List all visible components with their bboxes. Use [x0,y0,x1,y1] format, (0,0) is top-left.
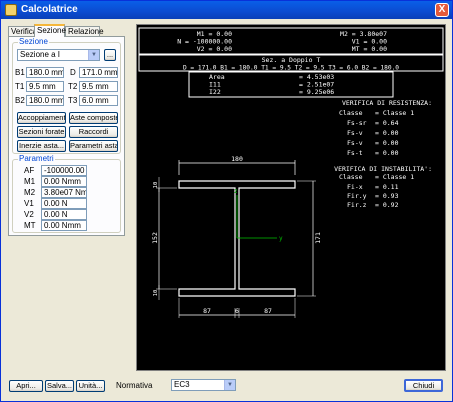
apri-button[interactable]: Apri... [9,380,43,392]
label-mt: MT [24,221,36,230]
parametri-group-title: Parametri [18,154,55,163]
res-row-0-value: = Classe 1 [375,109,414,117]
inst-row-2-name: Fir.y [347,192,367,200]
section-type-value: Sezione a I [20,50,61,59]
parametri-group: Parametri AF -100000.00 N M1 0.00 Nmm M2… [12,154,121,233]
label-af: AF [24,166,35,175]
unita-button[interactable]: Unità... [76,380,105,392]
label-b1: B1 [15,68,25,77]
label-m2: M2 [24,188,36,197]
dim-bottom-web: 6 [235,307,239,315]
res-row-0-name: Classe [339,109,363,117]
field-t2[interactable]: 9.5 mm [79,81,118,92]
label-t2: T2 [68,82,78,91]
chevron-down-icon[interactable]: ▼ [88,50,99,60]
res-row-4-value: = 0.00 [375,149,399,157]
field-d[interactable]: 171.0 mm [79,67,118,78]
axis-z-label: z [234,188,238,195]
label-b2: B2 [15,96,25,105]
force-mt: MT = 0.00 [352,45,387,53]
label-d: D [70,68,76,77]
res-row-1-name: Fs-sr [347,119,367,127]
sezione-group-title: Sezione [18,37,49,46]
field-b2[interactable]: 180.0 mm [26,95,64,106]
label-t1: T1 [15,82,25,91]
field-b1[interactable]: 180.0 mm [26,67,64,78]
inst-row-2-value: = 0.93 [375,192,399,200]
left-panel: Verifica Sezione Relazione Sezione Sezio… [8,24,125,238]
close-button[interactable]: X [435,3,449,17]
result-display: M1 = 0.00 N = -100000.00 V2 = 0.00 M2 = … [136,24,446,371]
dim-bottom-left: 87 [203,307,211,315]
res-row-1-value: = 0.64 [375,119,399,127]
calcolatrice-window: Calcolatrice X Verifica Sezione Relazion… [0,0,453,402]
tab-sezione[interactable]: Sezione [34,24,66,37]
field-af[interactable]: -100000.00 N [41,165,87,176]
label-v2: V2 [24,210,34,219]
salva-button[interactable]: Salva... [45,380,74,392]
axis-y-label: y [279,235,283,242]
normativa-label: Normativa [116,381,153,390]
res-row-4-name: Fs-t [347,149,363,157]
instabilita-title: VERIFICA DI INSTABILITA': [334,165,432,173]
res-row-2-name: Fs-v [347,129,363,137]
field-t1[interactable]: 9.5 mm [26,81,64,92]
res-row-3-name: Fs-v [347,139,363,147]
prop-i22-value: = 9.25e06 [299,88,334,96]
dim-flange-bottom: 10 [153,290,159,297]
tab-verifica[interactable]: Verifica [8,26,37,36]
label-m1: M1 [24,177,36,186]
field-v2[interactable]: 0.00 N [41,209,87,220]
raccordi-button[interactable]: Raccordi [69,126,118,138]
browse-section-button[interactable]: ... [104,49,116,61]
section-title: Sez. a Doppio T [262,56,321,64]
i-section-drawing: 180 152 10 10 171 87 6 87 y z [151,155,322,318]
bottom-bar: Apri... Salva... Unità... Normativa EC3 … [1,374,452,402]
sezione-group: Sezione Sezione a I ▼ ... B1 180.0 mm D … [12,37,121,154]
inst-row-1-name: Fi-x [347,183,363,191]
normativa-select[interactable]: EC3 ▼ [171,379,236,391]
accoppiamento-button[interactable]: Accoppiamento [17,112,66,124]
dim-right: 171 [314,232,322,244]
res-row-3-value: = 0.00 [375,139,399,147]
window-title: Calcolatrice [21,4,78,15]
field-m1[interactable]: 0.00 Nmm [41,176,87,187]
chevron-down-icon[interactable]: ▼ [224,380,235,390]
aste-composte-button[interactable]: Aste composte [69,112,118,124]
dim-bottom-right: 87 [264,307,272,315]
dim-left: 152 [151,232,159,244]
field-v1[interactable]: 0.00 N [41,198,87,209]
label-t3: T3 [68,96,78,105]
dim-top: 180 [231,155,243,163]
app-icon [5,4,17,16]
inerzie-asta-button[interactable]: Inerzie asta... [17,140,66,152]
tab-sezione-panel: Sezione Sezione a I ▼ ... B1 180.0 mm D … [8,36,125,236]
prop-i22-name: I22 [209,88,221,96]
inst-row-0-name: Classe [339,173,363,181]
display-svg: M1 = 0.00 N = -100000.00 V2 = 0.00 M2 = … [138,27,444,318]
inst-row-0-value: = Classe 1 [375,173,414,181]
section-type-select[interactable]: Sezione a I ▼ [17,49,100,61]
field-m2[interactable]: 3.80e07 Nmm [41,187,87,198]
res-row-2-value: = 0.00 [375,129,399,137]
dim-flange-top: 10 [153,182,159,189]
inst-row-1-value: = 0.11 [375,183,399,191]
sezioni-forate-button[interactable]: Sezioni forate [17,126,66,138]
section-dims: D = 171.0 B1 = 180.0 T1 = 9.5 T2 = 9.5 T… [183,65,399,72]
inst-row-3-value: = 0.92 [375,201,399,209]
normativa-value: EC3 [174,380,190,389]
inst-row-3-name: Fir.z [347,201,367,209]
title-bar[interactable]: Calcolatrice X [1,1,452,19]
chiudi-button[interactable]: Chiudi [404,379,443,392]
label-v1: V1 [24,199,34,208]
field-mt[interactable]: 0.00 Nmm [41,220,87,231]
parametri-asta-button[interactable]: Parametri asta... [69,140,118,152]
resistenza-title: VERIFICA DI RESISTENZA: [342,99,432,107]
force-v2: V2 = 0.00 [197,45,232,53]
tab-relazione[interactable]: Relazione [65,26,104,36]
field-t3[interactable]: 6.0 mm [79,95,118,106]
